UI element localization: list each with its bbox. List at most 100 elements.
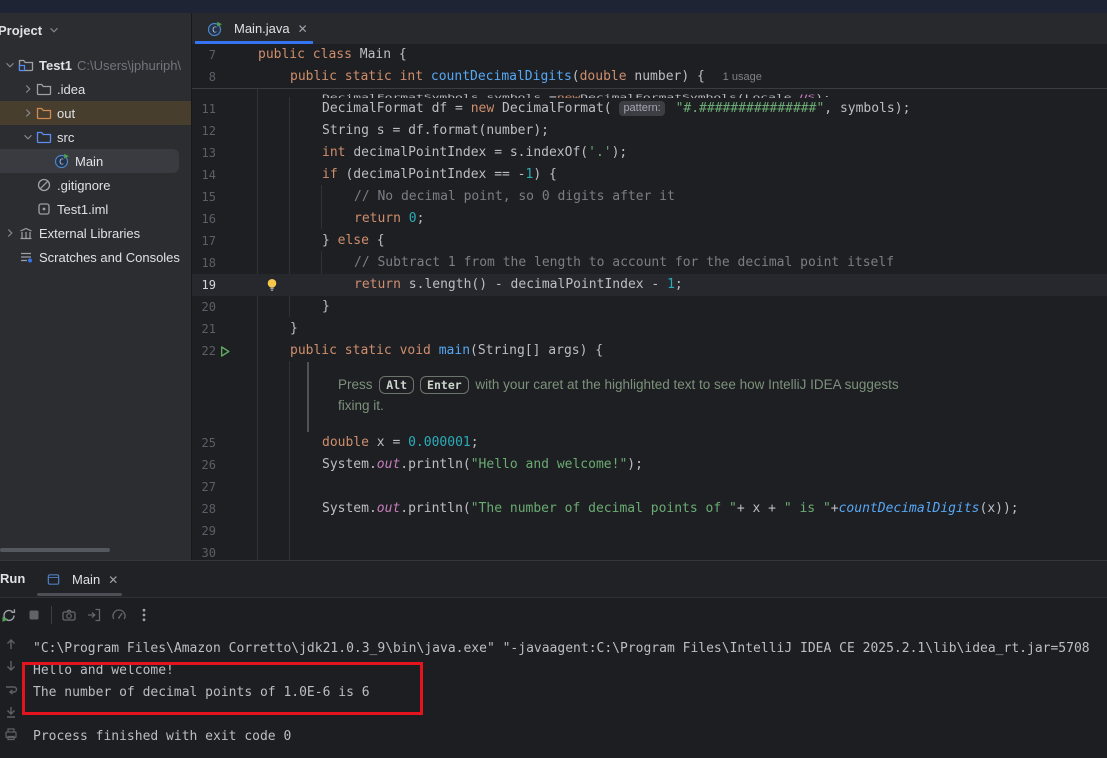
code-token: ) { xyxy=(533,167,557,182)
code-line-16[interactable]: 16 return 0; xyxy=(192,208,1107,230)
tree-item-external-libraries[interactable]: External Libraries xyxy=(0,221,191,245)
code-line-27[interactable]: 27 xyxy=(192,476,1107,498)
tree-item-label: Main xyxy=(75,153,104,169)
code-token: } xyxy=(322,299,330,314)
print-button[interactable] xyxy=(3,726,19,742)
tree-item-gitignore[interactable]: .gitignore xyxy=(0,173,191,197)
line-number[interactable]: 7 xyxy=(192,44,216,66)
chevron-right-icon[interactable] xyxy=(20,81,36,97)
code-token: .println( xyxy=(400,457,471,472)
line-number[interactable]: 15 xyxy=(192,186,216,208)
code-line-8[interactable]: 8 public static int countDecimalDigits(do… xyxy=(192,66,1107,89)
stop-button[interactable] xyxy=(26,607,42,623)
project-hscrollbar-thumb[interactable] xyxy=(0,548,110,552)
code-line-7[interactable]: 7 public class Main { xyxy=(192,44,1107,66)
line-number[interactable]: 11 xyxy=(192,98,216,120)
line-number[interactable]: 20 xyxy=(192,296,216,318)
code-line-30[interactable]: 30 xyxy=(192,542,1107,560)
line-number[interactable]: 12 xyxy=(192,120,216,142)
code-line-12[interactable]: 12 String s = df.format(number); xyxy=(192,120,1107,142)
gutter-icon-slot xyxy=(216,142,238,164)
more-kebab-button[interactable] xyxy=(136,607,152,623)
line-number[interactable]: 14 xyxy=(192,164,216,186)
code-line-20[interactable]: 20} xyxy=(192,296,1107,318)
line-number[interactable]: 13 xyxy=(192,142,216,164)
code-text: String s = df.format(number); xyxy=(302,120,549,142)
line-number[interactable]: 18 xyxy=(192,252,216,274)
code-line-19[interactable]: 19 return s.length() - decimalPointIndex … xyxy=(192,274,1107,296)
code-editor[interactable]: 7 public class Main {8 public static int c… xyxy=(192,44,1107,560)
chevron-right-icon[interactable] xyxy=(2,225,18,241)
code-line-28[interactable]: 28 System.out.println("The number of deci… xyxy=(192,498,1107,520)
code-line-17[interactable]: 17} else { xyxy=(192,230,1107,252)
code-line-15[interactable]: 15 // No decimal point, so 0 digits after… xyxy=(192,186,1107,208)
scroll-to-end-button[interactable] xyxy=(3,704,19,720)
code-text: int decimalPointIndex = s.indexOf('.'); xyxy=(302,142,627,164)
code-line-14[interactable]: 14 if (decimalPointIndex == -1) { xyxy=(192,164,1107,186)
rerun-button[interactable] xyxy=(1,607,17,623)
tree-item-idea[interactable]: .idea xyxy=(0,77,191,101)
code-line-22[interactable]: 22 public static void main(String[] args)… xyxy=(192,340,1107,362)
line-number[interactable]: 25 xyxy=(192,432,216,454)
line-number[interactable]: 27 xyxy=(192,476,216,498)
lightbulb-icon[interactable] xyxy=(264,277,280,293)
svg-text:C: C xyxy=(212,25,217,34)
tree-item-scratches-and-consoles[interactable]: Scratches and Consoles xyxy=(0,245,191,269)
tab-main-java[interactable]: C Main.java ✕ xyxy=(195,13,313,44)
code-line-29[interactable]: 29 xyxy=(192,520,1107,542)
line-number[interactable]: 21 xyxy=(192,318,216,340)
prev-occurrence-button[interactable] xyxy=(3,636,19,652)
tree-item-test1-iml[interactable]: Test1.iml xyxy=(0,197,191,221)
tree-item-out[interactable]: out xyxy=(0,101,191,125)
chevron-right-icon[interactable] xyxy=(20,105,36,121)
code-token: + x + xyxy=(736,501,784,516)
code-token: x = xyxy=(376,435,409,450)
code-line-26[interactable]: 26 System.out.println("Hello and welcome!… xyxy=(192,454,1107,476)
chevron-down-icon[interactable] xyxy=(20,129,36,145)
chevron-down-icon[interactable] xyxy=(2,57,18,73)
next-occurrence-button[interactable] xyxy=(3,658,19,674)
code-token: public class xyxy=(258,47,360,62)
close-tab-icon[interactable]: ✕ xyxy=(298,22,308,36)
line-number[interactable]: 29 xyxy=(192,520,216,542)
line-number[interactable]: 28 xyxy=(192,498,216,520)
code-line-18[interactable]: 18 // Subtract 1 from the length to accou… xyxy=(192,252,1107,274)
tree-item-test1[interactable]: Test1 C:\Users\jphuriph\ xyxy=(0,53,191,77)
run-console[interactable]: "C:\Program Files\Amazon Corretto\jdk21.… xyxy=(0,632,1107,758)
tree-item-main[interactable]: C Main xyxy=(0,149,179,173)
code-line-21[interactable]: 21} xyxy=(192,318,1107,340)
code-token: // Subtract 1 from the length to account… xyxy=(354,255,895,270)
line-number[interactable]: 19 xyxy=(192,274,216,296)
line-number[interactable]: 30 xyxy=(192,542,216,560)
editor-area: C Main.java ✕ 7 public class Main {8 publi… xyxy=(192,13,1107,560)
close-run-tab-icon[interactable]: ✕ xyxy=(108,573,118,587)
soft-wrap-button[interactable] xyxy=(3,682,19,698)
run-arrow-icon[interactable] xyxy=(217,343,233,359)
gutter-icon-slot xyxy=(216,498,238,520)
profiler-gauge-button[interactable] xyxy=(111,607,127,623)
line-number[interactable]: 17 xyxy=(192,230,216,252)
code-text: } xyxy=(302,296,330,318)
line-number[interactable]: 8 xyxy=(192,66,216,88)
line-number[interactable]: 22 xyxy=(192,340,216,362)
project-panel-header[interactable]: Project xyxy=(0,13,191,47)
code-line-25[interactable]: 25 double x = 0.000001; xyxy=(192,432,1107,454)
run-toolbar xyxy=(0,598,1107,632)
thread-dump-camera-button[interactable] xyxy=(61,607,77,623)
line-number[interactable]: 26 xyxy=(192,454,216,476)
partially-scrolled-code-line[interactable]: DecimalFormatSymbols symbols = new Decim… xyxy=(192,89,1107,98)
iml-file-icon xyxy=(36,201,52,217)
code-line-11[interactable]: 11 DecimalFormat df = new DecimalFormat( … xyxy=(192,98,1107,120)
line-number[interactable]: 16 xyxy=(192,208,216,230)
onboarding-hint: Press Alt Enter with your caret at the hi… xyxy=(307,362,1107,432)
tree-item-src[interactable]: src xyxy=(0,125,191,149)
code-line-13[interactable]: 13 int decimalPointIndex = s.indexOf('.')… xyxy=(192,142,1107,164)
folder-orange-icon xyxy=(36,105,52,121)
run-tab-main[interactable]: Main ✕ xyxy=(45,566,118,593)
console-line: "C:\Program Files\Amazon Corretto\jdk21.… xyxy=(33,641,1090,656)
code-text: if (decimalPointIndex == -1) { xyxy=(302,164,557,186)
attach-debugger-button[interactable] xyxy=(86,607,102,623)
project-panel-title: Project xyxy=(0,22,43,38)
toolbar-separator xyxy=(51,606,52,624)
